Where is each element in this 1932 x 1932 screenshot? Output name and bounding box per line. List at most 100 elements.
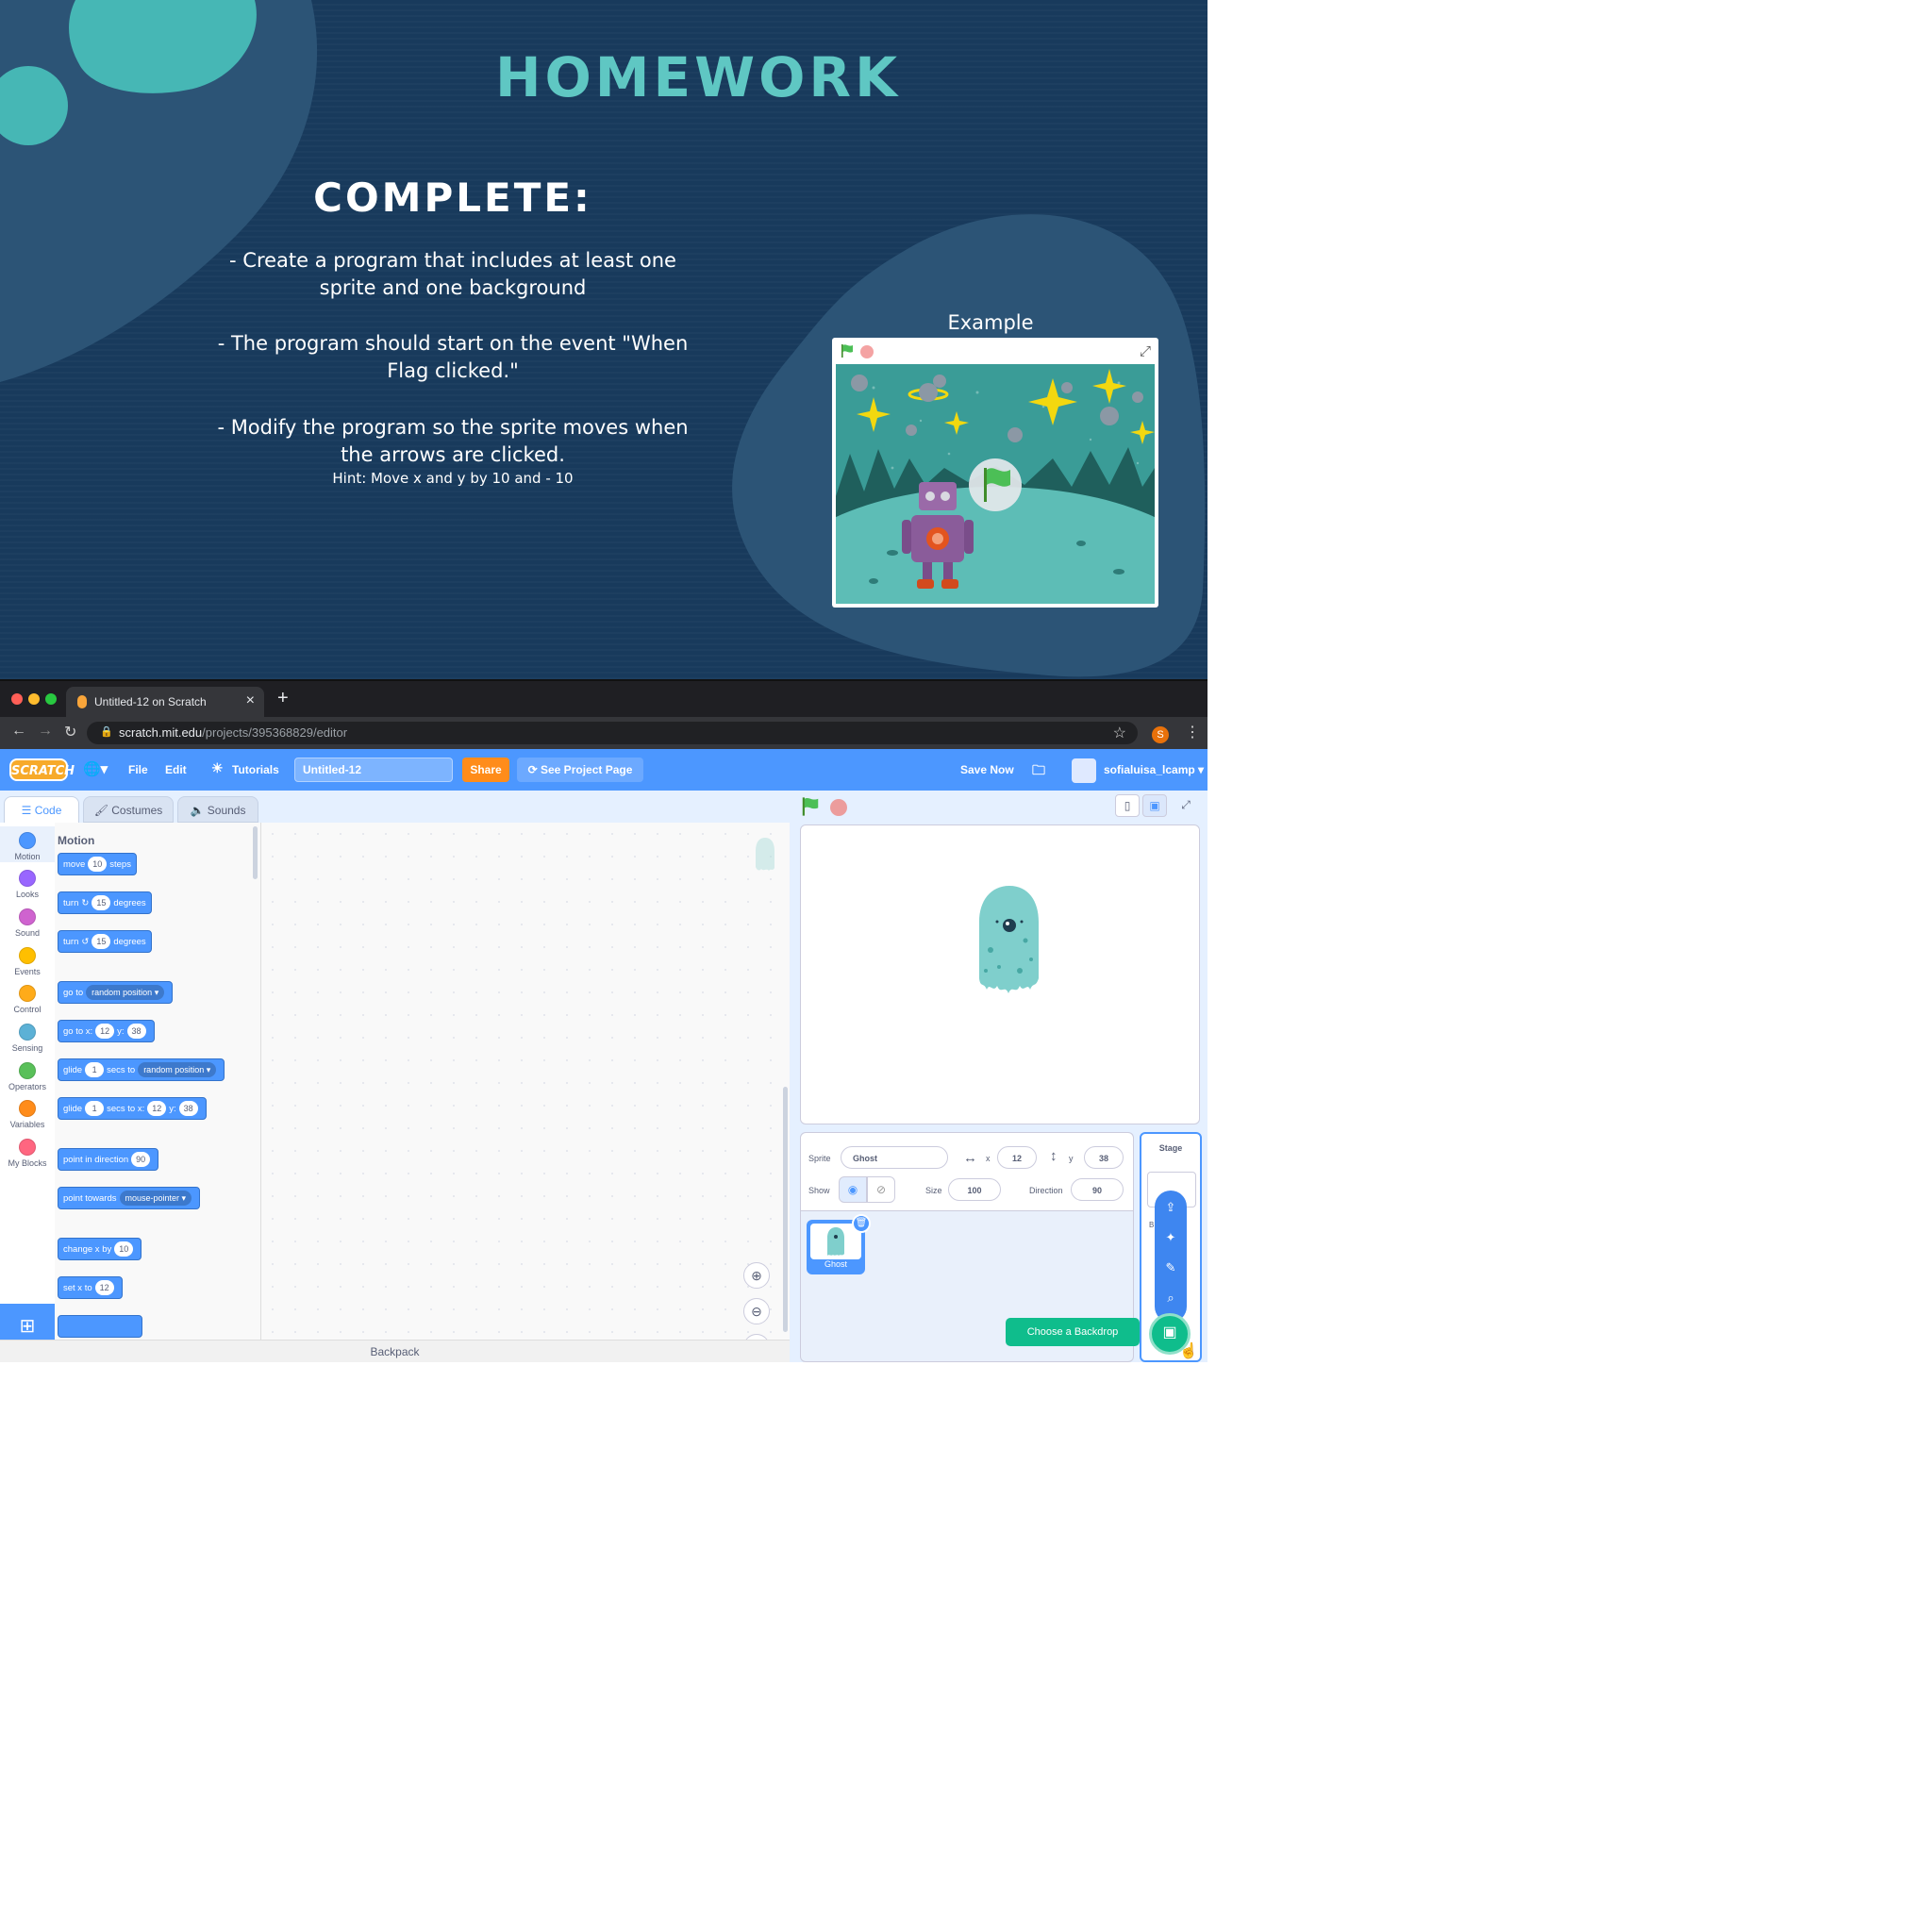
category-sensing[interactable]: Sensing xyxy=(0,1018,55,1054)
block-turn-right[interactable]: turn ↻ 15 degrees xyxy=(58,891,152,914)
block-move-steps[interactable]: move 10 steps xyxy=(58,853,137,875)
share-button[interactable]: Share xyxy=(462,758,509,782)
block-point-in-direction[interactable]: point in direction 90 xyxy=(58,1148,159,1171)
block-go-to-xy[interactable]: go to x: 12 y: 38 xyxy=(58,1020,155,1042)
block-turn-left[interactable]: turn ↺ 15 degrees xyxy=(58,930,152,953)
minimize-window-icon[interactable] xyxy=(28,693,40,705)
backpack-bar[interactable]: Backpack xyxy=(0,1340,790,1362)
see-project-page-button[interactable]: ⟳ See Project Page xyxy=(517,758,643,782)
category-looks[interactable]: Looks xyxy=(0,864,55,900)
normal-stage-icon[interactable]: ▣ xyxy=(1142,794,1167,817)
surprise-icon[interactable]: ✦ xyxy=(1155,1230,1187,1245)
block-glide-to-target[interactable]: glide 1 secs to random position ▾ xyxy=(58,1058,225,1081)
y-input[interactable]: 38 xyxy=(1084,1146,1124,1169)
zoom-out-icon[interactable]: ⊖ xyxy=(743,1298,770,1324)
category-variables-dot xyxy=(19,1100,36,1117)
address-bar[interactable]: 🔒 scratch.mit.edu/projects/395368829/edi… xyxy=(87,722,1138,744)
project-title-input[interactable] xyxy=(294,758,453,782)
fullscreen-icon[interactable]: ⤢ xyxy=(1174,794,1198,817)
zoom-in-icon[interactable]: ⊕ xyxy=(743,1262,770,1289)
show-hidden-icon[interactable]: ⊘ xyxy=(867,1176,895,1203)
change-x-input[interactable]: 10 xyxy=(114,1241,134,1257)
y-input[interactable]: 38 xyxy=(126,1024,146,1040)
set-x-input[interactable]: 12 xyxy=(94,1280,114,1296)
direction-input[interactable]: 90 xyxy=(1071,1178,1124,1201)
category-sound[interactable]: Sound xyxy=(0,903,55,939)
sprite-name-input[interactable]: Ghost xyxy=(841,1146,948,1169)
tab-sounds[interactable]: 🔈 Sounds xyxy=(177,796,258,823)
search-icon[interactable]: ⌕ xyxy=(1155,1291,1187,1306)
block-change-y-by-partial[interactable] xyxy=(58,1315,142,1338)
x-input[interactable]: 12 xyxy=(147,1101,167,1117)
secs-input[interactable]: 1 xyxy=(85,1062,105,1078)
new-tab-icon[interactable]: + xyxy=(277,688,289,709)
tutorials-menu[interactable]: Tutorials xyxy=(232,763,279,776)
category-sensing-dot xyxy=(19,1024,36,1041)
category-operators[interactable]: Operators xyxy=(0,1057,55,1092)
my-stuff-folder-icon[interactable]: 🗀 xyxy=(1032,760,1045,783)
file-menu[interactable]: File xyxy=(128,763,148,776)
show-visible-icon[interactable]: ◉ xyxy=(839,1176,867,1203)
tab-costumes[interactable]: 🖌 Costumes xyxy=(83,796,174,823)
code-tab-icon: ☰ xyxy=(21,804,35,817)
block-set-x-to[interactable]: set x to 12 xyxy=(58,1276,123,1299)
target-dropdown[interactable]: random position ▾ xyxy=(138,1062,217,1078)
back-icon[interactable]: ← xyxy=(11,723,26,740)
browser-tab[interactable]: Untitled-12 on Scratch × xyxy=(66,687,264,717)
towards-dropdown[interactable]: mouse-pointer ▾ xyxy=(119,1191,192,1207)
close-tab-icon[interactable]: × xyxy=(246,692,255,709)
block-change-x-by[interactable]: change x by 10 xyxy=(58,1238,142,1260)
code-workspace[interactable]: ⊕ ⊖ = xyxy=(261,823,790,1360)
tab-code[interactable]: ☰ Code xyxy=(4,796,79,823)
forward-icon[interactable]: → xyxy=(38,723,53,740)
username-label: sofialuisa_lcamp xyxy=(1104,763,1195,776)
block-point-towards[interactable]: point towards mouse-pointer ▾ xyxy=(58,1187,201,1209)
degrees-input[interactable]: 15 xyxy=(92,934,111,950)
size-input[interactable]: 100 xyxy=(948,1178,1001,1201)
code-scrollbar[interactable] xyxy=(783,1087,788,1332)
browser-menu-icon[interactable]: ⋮ xyxy=(1185,723,1200,741)
sprite-tile-name: Ghost xyxy=(824,1259,847,1269)
x-input[interactable]: 12 xyxy=(997,1146,1037,1169)
green-flag-icon xyxy=(841,344,853,358)
category-my-blocks[interactable]: My Blocks xyxy=(0,1133,55,1169)
save-now-button[interactable]: Save Now xyxy=(960,763,1014,776)
reload-icon[interactable]: ↻ xyxy=(64,723,76,741)
category-label: Events xyxy=(14,967,41,976)
category-motion[interactable]: Motion xyxy=(0,826,55,862)
target-dropdown[interactable]: random position ▾ xyxy=(86,985,165,1001)
ghost-sprite[interactable] xyxy=(976,884,1042,999)
user-avatar[interactable] xyxy=(1072,758,1096,783)
palette-scrollbar[interactable] xyxy=(253,826,258,879)
y-input[interactable]: 38 xyxy=(178,1101,198,1117)
stage-canvas[interactable] xyxy=(800,824,1200,1124)
category-events[interactable]: Events xyxy=(0,941,55,977)
bullet-3: - Modify the program so the sprite moves… xyxy=(217,416,689,466)
target-dropdown-value: random position xyxy=(143,1065,205,1075)
close-window-icon[interactable] xyxy=(11,693,23,705)
category-control[interactable]: Control xyxy=(0,979,55,1015)
space-robot-illustration xyxy=(836,364,1155,604)
secs-input[interactable]: 1 xyxy=(85,1101,105,1117)
degrees-input[interactable]: 15 xyxy=(92,895,111,911)
paint-icon[interactable]: ✎ xyxy=(1155,1260,1187,1275)
category-variables[interactable]: Variables xyxy=(0,1094,55,1130)
upload-backdrop-icon[interactable]: ⇪ xyxy=(1155,1200,1187,1215)
username-menu[interactable]: sofialuisa_lcamp ▾ xyxy=(1104,763,1204,776)
direction-input[interactable]: 90 xyxy=(131,1152,151,1168)
maximize-window-icon[interactable] xyxy=(45,693,57,705)
bookmark-star-icon[interactable]: ☆ xyxy=(1113,724,1126,742)
steps-input[interactable]: 10 xyxy=(88,857,108,873)
stop-icon[interactable] xyxy=(830,799,847,816)
block-glide-to-xy[interactable]: glide 1 secs to x: 12 y: 38 xyxy=(58,1097,207,1120)
trash-icon[interactable]: 🗑 xyxy=(852,1214,871,1233)
profile-avatar[interactable]: S xyxy=(1152,726,1169,743)
see-project-page-label: See Project Page xyxy=(541,763,633,776)
scratch-logo[interactable]: SCRATCH xyxy=(9,758,75,781)
green-flag-icon[interactable] xyxy=(800,796,821,817)
x-input[interactable]: 12 xyxy=(95,1024,115,1040)
block-go-to-target[interactable]: go to random position ▾ xyxy=(58,981,174,1004)
language-globe-icon[interactable]: 🌐▾ xyxy=(83,760,108,777)
edit-menu[interactable]: Edit xyxy=(165,763,187,776)
small-stage-icon[interactable]: ▯ xyxy=(1115,794,1140,817)
